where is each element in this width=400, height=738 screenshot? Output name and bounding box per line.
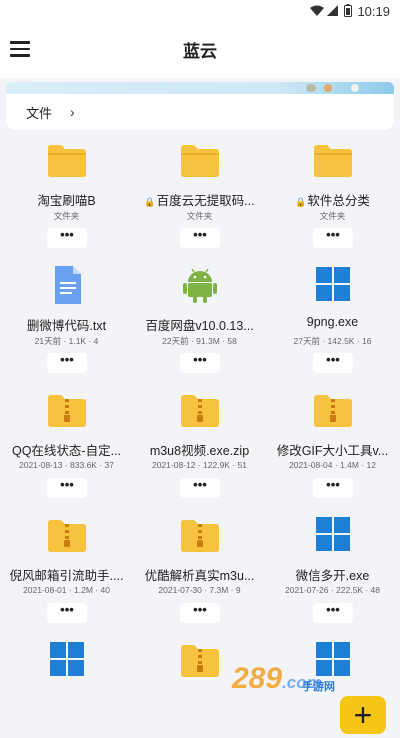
more-options-button[interactable]: ••• [313, 228, 353, 248]
android-icon [178, 265, 222, 305]
file-meta: 2021-08-04 · 1.4M · 12 [289, 460, 376, 470]
more-options-button[interactable]: ••• [180, 228, 220, 248]
folder-icon [45, 140, 89, 180]
file-name: 倪风邮箱引流助手.... [9, 569, 124, 583]
more-options-button[interactable]: ••• [47, 353, 87, 373]
file-tile[interactable]: QQ在线状态-自定... 2021-08-13 · 833.6K · 37 ••• [0, 384, 133, 510]
status-bar: 10:19 [0, 0, 400, 22]
more-options-button[interactable]: ••• [180, 603, 220, 623]
file-tile[interactable]: 微信多开.exe 2021-07-26 · 222.5K · 48 ••• [266, 509, 399, 635]
more-options-button[interactable]: ••• [180, 478, 220, 498]
breadcrumb-root[interactable]: 文件 [26, 103, 52, 122]
wifi-icon [310, 5, 324, 16]
more-options-button[interactable]: ••• [313, 353, 353, 373]
add-button[interactable]: + [340, 696, 386, 734]
file-tile[interactable]: 优酷解析真实m3u... 2021-07-30 · 7.3M · 9 ••• [133, 509, 266, 635]
file-tile[interactable]: 淘宝刷喵B 文件夹 ••• [0, 134, 133, 260]
file-tile[interactable]: 删微博代码.txt 21天前 · 1.1K · 4 ••• [0, 259, 133, 385]
battery-icon [344, 4, 352, 17]
signal-icon [327, 5, 338, 16]
text-file-icon [45, 265, 89, 305]
chevron-right-icon: › [70, 104, 75, 120]
file-tile[interactable]: 修改GIF大小工具v... 2021-08-04 · 1.4M · 12 ••• [266, 384, 399, 510]
more-options-button[interactable]: ••• [47, 228, 87, 248]
zip-file-icon [178, 515, 222, 555]
file-meta: 文件夹 [319, 211, 346, 221]
file-name: 微信多开.exe [295, 569, 370, 583]
file-tile[interactable]: 9png.exe 27天前 · 142.5K · 16 ••• [266, 259, 399, 385]
file-name: m3u8视频.exe.zip [149, 444, 250, 458]
file-meta: 文件夹 [53, 211, 80, 221]
file-tile[interactable]: 🔒百度云无提取码... 文件夹 ••• [133, 134, 266, 260]
file-meta: 2021-07-30 · 7.3M · 9 [158, 585, 241, 595]
zip-file-icon [178, 640, 222, 680]
file-meta: 2021-08-01 · 1.2M · 40 [23, 585, 110, 595]
file-name: 淘宝刷喵B [37, 194, 96, 208]
watermark-tagline: 手游网 [302, 681, 335, 693]
file-name: 🔒软件总分类 [295, 194, 370, 208]
folder-icon [311, 140, 355, 180]
more-options-button[interactable]: ••• [313, 478, 353, 498]
file-tile[interactable]: 倪风邮箱引流助手.... 2021-08-01 · 1.2M · 40 ••• [0, 509, 133, 635]
zip-file-icon [311, 390, 355, 430]
file-name: QQ在线状态-自定... [11, 444, 122, 458]
file-grid: 淘宝刷喵B 文件夹 ••• 🔒百度云无提取码... 文件夹 ••• 🔒软件总分类文件夹 •••… [0, 134, 400, 738]
file-name: 百度网盘v10.0.13... [145, 319, 254, 333]
windows-exe-icon [311, 515, 355, 555]
more-options-button[interactable]: ••• [47, 478, 87, 498]
file-name: 优酷解析真实m3u... [144, 569, 255, 583]
file-tile[interactable] [0, 634, 133, 738]
clock: 10:19 [357, 4, 390, 19]
folder-icon [178, 140, 222, 180]
file-meta: 21天前 · 1.1K · 4 [34, 336, 99, 346]
more-options-button[interactable]: ••• [313, 603, 353, 623]
more-options-button[interactable]: ••• [47, 603, 87, 623]
file-meta: 27天前 · 142.5K · 16 [293, 336, 372, 346]
lock-icon: 🔒 [144, 197, 156, 207]
file-name: 9png.exe [306, 315, 359, 329]
windows-exe-icon [45, 640, 89, 680]
banner-image[interactable] [6, 82, 394, 94]
file-meta: 2021-07-26 · 222.5K · 48 [285, 585, 380, 595]
file-name: 修改GIF大小工具v... [276, 444, 389, 458]
file-meta: 文件夹 [186, 211, 213, 221]
app-bar: 蓝云 [0, 22, 400, 78]
zip-file-icon [178, 390, 222, 430]
file-name: 🔒百度云无提取码... [144, 194, 255, 208]
page-title: 蓝云 [183, 42, 217, 61]
file-tile[interactable]: 百度网盘v10.0.13... 22天前 · 91.3M · 58 ••• [133, 259, 266, 385]
file-meta: 22天前 · 91.3M · 58 [162, 336, 237, 346]
file-meta: 2021-08-13 · 833.6K · 37 [19, 460, 114, 470]
file-tile[interactable]: 🔒软件总分类文件夹 ••• [266, 134, 399, 260]
more-options-button[interactable]: ••• [180, 353, 220, 373]
breadcrumb: 文件 › [6, 94, 394, 130]
lock-icon: 🔒 [295, 197, 307, 207]
file-meta: 2021-08-12 · 122.9K · 51 [152, 460, 247, 470]
windows-exe-icon [311, 265, 355, 305]
file-tile[interactable]: m3u8视频.exe.zip 2021-08-12 · 122.9K · 51 ••… [133, 384, 266, 510]
zip-file-icon [45, 390, 89, 430]
zip-file-icon [45, 515, 89, 555]
file-name: 删微博代码.txt [26, 319, 107, 333]
